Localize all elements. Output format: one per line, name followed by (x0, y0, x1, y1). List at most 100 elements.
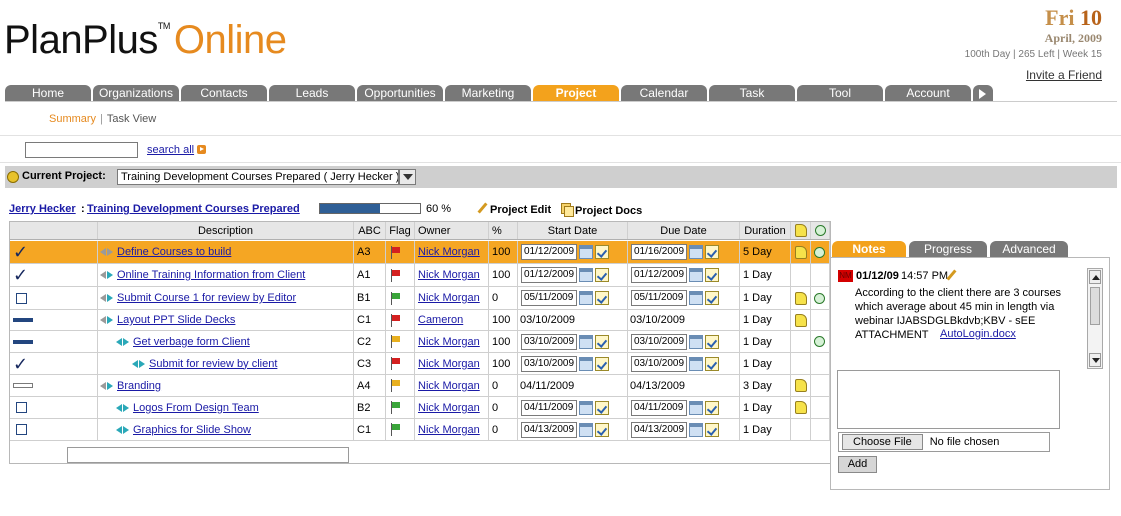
arrow-right-icon[interactable] (107, 271, 113, 279)
task-row[interactable]: Submit Course 1 for review by Editor B1 Ni… (10, 287, 830, 310)
go-arrow-icon[interactable] (197, 145, 207, 154)
flag-icon[interactable] (390, 245, 402, 259)
task-owner-link[interactable]: Nick Morgan (418, 336, 480, 348)
task-row[interactable]: Get verbage form Client C2 Nick Morgan 100 0… (10, 331, 830, 353)
flag-icon[interactable] (390, 291, 402, 305)
note-attachment-link[interactable]: AutoLogin.docx (940, 328, 1016, 340)
task-description-link[interactable]: Graphics for Slide Show (133, 424, 251, 436)
project-docs-button[interactable]: Project Docs (561, 203, 642, 217)
task-description-link[interactable]: Submit Course 1 for review by Editor (117, 292, 296, 304)
search-all-link[interactable]: search all (147, 144, 194, 156)
tab-organizations[interactable]: Organizations (93, 85, 179, 102)
task-owner-link[interactable]: Nick Morgan (418, 424, 480, 436)
task-flag-cell[interactable] (386, 353, 415, 374)
confirm-date-icon[interactable] (595, 291, 609, 305)
calendar-icon[interactable] (689, 422, 703, 437)
tab-tool[interactable]: Tool (797, 85, 883, 102)
start-date-input[interactable]: 04/13/2009 (521, 421, 577, 438)
arrow-right-icon[interactable] (123, 403, 129, 412)
header-start-date[interactable]: Start Date (518, 222, 628, 239)
project-owner-link[interactable]: Jerry Hecker (9, 203, 76, 215)
calendar-icon[interactable] (579, 400, 593, 415)
due-date-input[interactable]: 05/11/2009 (631, 290, 687, 306)
add-note-button[interactable]: Add (838, 456, 877, 473)
confirm-date-icon[interactable] (595, 422, 609, 437)
header-due-date[interactable]: Due Date (628, 222, 740, 239)
calendar-icon[interactable] (689, 291, 703, 305)
note-icon[interactable] (795, 245, 807, 259)
due-date-input[interactable]: 04/13/2009 (631, 421, 687, 438)
calendar-icon[interactable] (579, 291, 593, 305)
header-abc[interactable]: ABC (354, 222, 386, 239)
task-flag-cell[interactable] (386, 241, 415, 263)
calendar-icon[interactable] (579, 245, 593, 259)
task-row[interactable]: ✓ Define Courses to build A3 Nick Morgan 100… (10, 241, 830, 264)
due-date-input[interactable]: 03/10/2009 (631, 355, 687, 372)
header-description[interactable]: Description (98, 222, 354, 239)
arrow-left-icon[interactable] (116, 337, 122, 346)
header-owner[interactable]: Owner (415, 222, 489, 239)
confirm-date-icon[interactable] (595, 334, 609, 349)
arrow-left-icon[interactable] (116, 403, 122, 412)
confirm-date-icon[interactable] (595, 356, 609, 371)
calendar-icon[interactable] (579, 356, 593, 371)
flag-icon[interactable] (390, 357, 402, 370)
indent-arrows-icon[interactable] (116, 425, 129, 434)
task-flag-cell[interactable] (386, 287, 415, 309)
in-progress-icon[interactable] (13, 339, 33, 344)
task-status-cell[interactable]: ✓ (10, 241, 98, 263)
arrow-left-icon[interactable] (100, 248, 106, 256)
flag-icon[interactable] (390, 401, 402, 414)
task-description-link[interactable]: Online Training Information from Client (117, 269, 305, 281)
task-status-cell[interactable] (10, 287, 98, 309)
task-description-link[interactable]: Layout PPT Slide Decks (117, 314, 235, 326)
status-checkbox[interactable] (16, 292, 27, 304)
calendar-icon[interactable] (579, 268, 593, 282)
indent-arrows-icon[interactable] (132, 359, 145, 368)
header-flag[interactable]: Flag (386, 222, 415, 239)
start-date-input[interactable]: 05/11/2009 (521, 290, 577, 306)
indent-arrows-icon[interactable] (116, 403, 129, 412)
task-row[interactable]: ✓ Submit for review by client C3 Nick Morga… (10, 353, 830, 375)
task-owner-link[interactable]: Nick Morgan (418, 380, 480, 392)
task-flag-cell[interactable] (386, 264, 415, 286)
task-description-link[interactable]: Get verbage form Client (133, 336, 250, 348)
flag-icon[interactable] (390, 268, 402, 282)
task-flag-cell[interactable] (386, 397, 415, 418)
task-description-link[interactable]: Define Courses to build (117, 246, 231, 258)
tab-project[interactable]: Project (533, 85, 619, 102)
arrow-right-icon[interactable] (123, 425, 129, 434)
tab-task[interactable]: Task (709, 85, 795, 102)
start-date-input[interactable]: 03/10/2009 (521, 355, 577, 372)
task-owner-link[interactable]: Nick Morgan (418, 402, 480, 414)
confirm-date-icon[interactable] (705, 245, 719, 259)
task-flag-cell[interactable] (386, 419, 415, 440)
tab-marketing[interactable]: Marketing (445, 85, 531, 102)
notes-scrollbar[interactable] (1087, 268, 1103, 369)
task-status-cell[interactable] (10, 310, 98, 330)
task-row[interactable]: Branding A4 Nick Morgan 0 04/11/2009 04/13/20… (10, 375, 830, 397)
new-task-input[interactable] (67, 447, 349, 463)
flag-icon[interactable] (390, 313, 402, 327)
project-edit-button[interactable]: Project Edit (477, 203, 551, 216)
task-status-cell[interactable]: ✓ (10, 264, 98, 286)
confirm-date-icon[interactable] (705, 422, 719, 437)
due-date-input[interactable]: 03/10/2009 (631, 333, 687, 350)
task-owner-link[interactable]: Nick Morgan (418, 246, 480, 258)
confirm-date-icon[interactable] (595, 400, 609, 415)
tab-account[interactable]: Account (885, 85, 971, 102)
note-icon[interactable] (795, 291, 807, 305)
clock-icon[interactable] (814, 246, 825, 258)
note-icon[interactable] (795, 401, 807, 414)
tab-more-button[interactable] (973, 85, 993, 102)
scroll-down-icon[interactable] (1089, 353, 1101, 367)
task-flag-cell[interactable] (386, 310, 415, 330)
calendar-icon[interactable] (689, 334, 703, 349)
task-owner-link[interactable]: Cameron (418, 314, 463, 326)
file-input[interactable]: Choose File No file chosen (838, 432, 1050, 452)
project-select-dropdown[interactable] (399, 169, 416, 185)
arrow-left-icon[interactable] (100, 316, 106, 324)
due-date-input[interactable]: 01/12/2009 (631, 267, 687, 283)
task-description-link[interactable]: Submit for review by client (149, 358, 277, 370)
confirm-date-icon[interactable] (705, 400, 719, 415)
